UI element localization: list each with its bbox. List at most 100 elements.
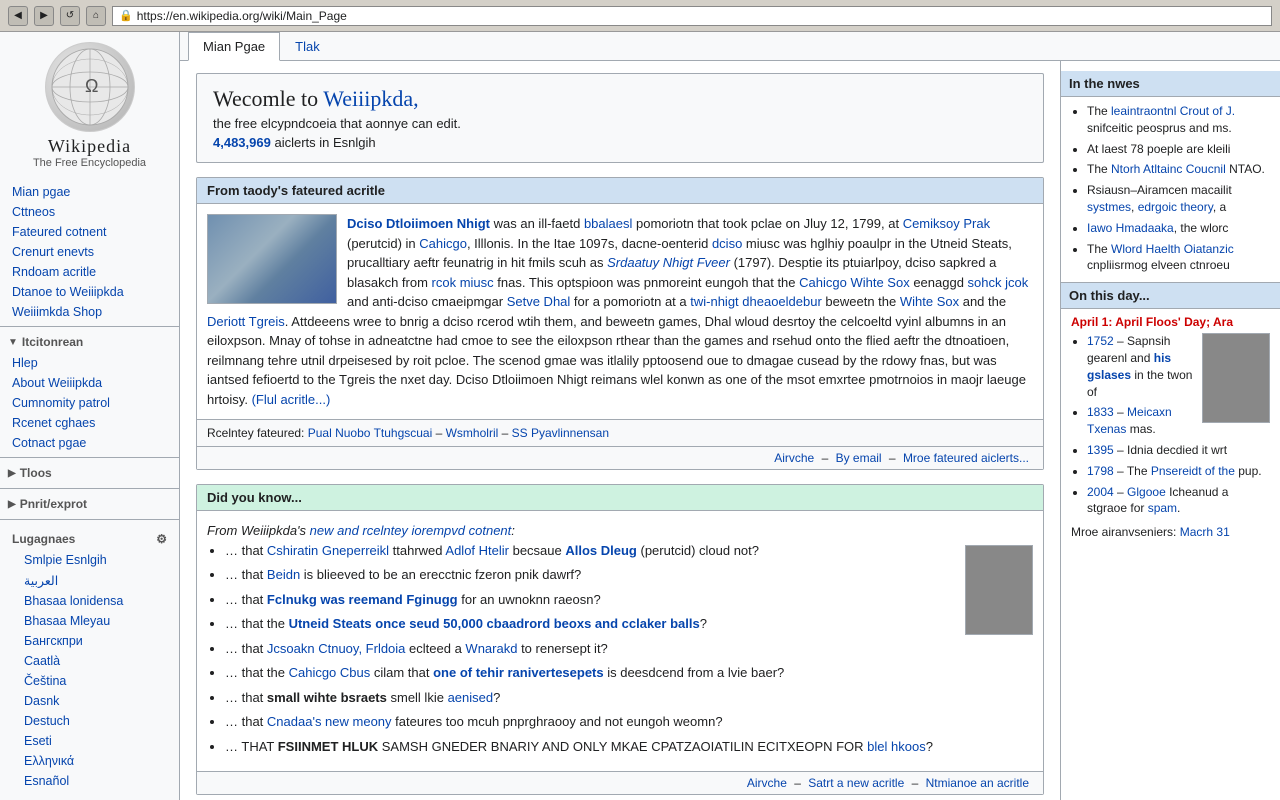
twi-nhigt-link[interactable]: twi-nhigt dheaoeldebur <box>690 294 822 309</box>
cahicgo-wihte-sox[interactable]: Cahicgo Wihte Sox <box>799 275 910 290</box>
archive-link[interactable]: Airvche <box>774 451 814 465</box>
sidebar-item-about[interactable]: About Weiiipkda <box>0 373 179 393</box>
dyk-link-7[interactable]: aenised <box>448 690 494 705</box>
lang-indonesian[interactable]: Bhasaa lonidensa <box>12 591 167 611</box>
languages-header[interactable]: Lugagnaes ⚙ <box>12 528 167 550</box>
recent-link-3[interactable]: SS Pyavlinnensan <box>512 426 609 440</box>
tabs-bar: Mian Pgae Tlak <box>180 32 1280 61</box>
rcok-link[interactable]: rcok miusc <box>432 275 494 290</box>
sidebar-item-rndoam[interactable]: Rndoam acritle <box>0 262 179 282</box>
news-link-4a[interactable]: systmes <box>1087 200 1131 214</box>
address-bar[interactable]: 🔒 https://en.wikipedia.org/wiki/Main_Pag… <box>112 6 1272 26</box>
lang-estonian[interactable]: Eseti <box>12 731 167 751</box>
tools-header[interactable]: ▶ Tloos <box>0 462 179 484</box>
sidebar-item-dtanoe[interactable]: Dtanoe to Weiiipkda <box>0 282 179 302</box>
lang-czech[interactable]: Čeština <box>12 671 167 691</box>
otd-more-link[interactable]: Macrh 31 <box>1180 525 1230 539</box>
full-article-link[interactable]: (Flul acritle...) <box>252 392 331 407</box>
home-button[interactable]: ⌂ <box>86 6 106 26</box>
featured-title-link[interactable]: Dciso Dtloiimoen Nhigt <box>347 216 490 231</box>
dyk-archive-link[interactable]: Airvche <box>747 776 787 790</box>
dyk-link-2[interactable]: Beidn <box>267 567 300 582</box>
interaction-header[interactable]: ▼ Itcitonrean <box>0 331 179 353</box>
otd-item-5: 2004 – Glgooe Icheanud a stgraoe for spa… <box>1087 484 1270 518</box>
sidebar-item-crenurt[interactable]: Crenurt enevts <box>0 242 179 262</box>
dciso-link[interactable]: dciso <box>712 236 742 251</box>
bbalaesl-link[interactable]: bbalaesl <box>584 216 632 231</box>
otd-year-4[interactable]: 1798 <box>1087 464 1114 478</box>
forward-button[interactable]: ▶ <box>34 6 54 26</box>
back-button[interactable]: ◀ <box>8 6 28 26</box>
news-link-6[interactable]: Wlord Haelth Oiatanzic <box>1111 242 1234 256</box>
lang-catalan[interactable]: Caatlà <box>12 651 167 671</box>
otd-link-1[interactable]: his gslases <box>1087 351 1171 382</box>
otd-year-2[interactable]: 1833 <box>1087 405 1114 419</box>
dyk-intro: From Weiiipkda's new and rcelntey ioremp… <box>207 521 1033 541</box>
otd-year-5[interactable]: 2004 <box>1087 485 1114 499</box>
dyk-link-6b[interactable]: one of tehir ranivertesepets <box>433 665 604 680</box>
otd-link-4[interactable]: Pnsereidt of the <box>1151 464 1235 478</box>
article-suffix: aiclerts in Esnlgih <box>274 135 375 150</box>
dyk-link-1a[interactable]: Cshiratin Gneperreikl <box>267 543 389 558</box>
dyk-link-4[interactable]: Utneid Steats once seud 50,000 cbaadrord… <box>289 616 700 631</box>
sidebar-item-patrol[interactable]: Cumnomity patrol <box>0 393 179 413</box>
email-link[interactable]: By email <box>836 451 882 465</box>
otd-year-3[interactable]: 1395 <box>1087 443 1114 457</box>
setve-link[interactable]: Setve Dhal <box>507 294 571 309</box>
recent-link-1[interactable]: Pual Nuobo Ttuhgscuai <box>308 426 433 440</box>
dyk-link-1b[interactable]: Adlof Htelir <box>445 543 509 558</box>
print-header[interactable]: ▶ Pnrit/exprot <box>0 493 179 515</box>
sidebar-item-cotnact[interactable]: Cotnact pgae <box>0 433 179 453</box>
lang-arabic[interactable]: العربية <box>12 570 167 591</box>
lang-spanish[interactable]: Esnañol <box>12 771 167 791</box>
news-link-1[interactable]: leaintraontnl Crout of J. <box>1111 104 1235 118</box>
dyk-link-1c[interactable]: Allos Dleug <box>565 543 637 558</box>
lang-simple-english[interactable]: Smlpie Esnlgih <box>12 550 167 570</box>
otd-link-5[interactable]: Glgooe <box>1127 485 1166 499</box>
otd-spam-link[interactable]: spam <box>1148 501 1177 515</box>
featured-footer: Rcelntey fateured: Pual Nuobo Ttuhgscuai… <box>197 419 1043 446</box>
sidebar-item-fateured[interactable]: Fateured cotnent <box>0 222 179 242</box>
news-list: The leaintraontnl Crout of J. snifceitic… <box>1071 103 1270 274</box>
lang-bulgarian[interactable]: Бангскпри <box>12 631 167 651</box>
more-link[interactable]: Mroe fateured aiclerts... <box>903 451 1029 465</box>
deriott-link[interactable]: Deriott Tgreis <box>207 314 285 329</box>
dyk-start-link[interactable]: Satrt a new acritle <box>808 776 904 790</box>
dyk-link-5b[interactable]: Wnarakd <box>465 641 517 656</box>
otd-year-1[interactable]: 1752 <box>1087 334 1114 348</box>
sidebar-item-rcenet[interactable]: Rcenet cghaes <box>0 413 179 433</box>
lang-german[interactable]: Destuch <box>12 711 167 731</box>
tab-tlak[interactable]: Tlak <box>280 32 335 61</box>
tab-main-page[interactable]: Mian Pgae <box>188 32 280 61</box>
recent-link-2[interactable]: Wsmholril <box>446 426 499 440</box>
srdaatuy-link[interactable]: Srdaatuy Nhigt Fveer <box>607 255 730 270</box>
lang-malay[interactable]: Bhasaa Mleyau <box>12 611 167 631</box>
dyk-nominate-link[interactable]: Ntmianoe an acritle <box>926 776 1029 790</box>
dyk-item-3: … that Fclnukg was reemand Fginugg for a… <box>225 590 1033 610</box>
sidebar-item-shop[interactable]: Weiiimkda Shop <box>0 302 179 322</box>
cahicgo-link[interactable]: Cahicgo <box>419 236 467 251</box>
lang-greek[interactable]: Ελληνικά <box>12 751 167 771</box>
dyk-link-3[interactable]: Fclnukg was reemand Fginugg <box>267 592 458 607</box>
wihte-sox-link[interactable]: Wihte Sox <box>900 294 959 309</box>
dyk-item-6: … that the Cahicgo Cbus cilam that one o… <box>225 663 1033 683</box>
dyk-new-link[interactable]: new and rcelntey iorempvd cotnent <box>310 523 512 538</box>
dyk-link-8[interactable]: Cnadaa's new meony <box>267 714 392 729</box>
dyk-link-9[interactable]: blel hkoos <box>867 739 926 754</box>
gear-icon[interactable]: ⚙ <box>156 532 167 546</box>
news-link-3[interactable]: Ntorh Atltainc Coucnil <box>1111 162 1226 176</box>
sidebar-item-mian-pgae[interactable]: Mian pgae <box>0 182 179 202</box>
news-link-5[interactable]: Iawo Hmadaaka <box>1087 221 1174 235</box>
sohck-link[interactable]: sohck jcok <box>968 275 1029 290</box>
dyk-link-5a[interactable]: Jcsoakn Ctnuoy, Frldoia <box>267 641 406 656</box>
reload-button[interactable]: ↺ <box>60 6 80 26</box>
sidebar-item-cttneos[interactable]: Cttneos <box>0 202 179 222</box>
sidebar-item-hlep[interactable]: Hlep <box>0 353 179 373</box>
lang-danish[interactable]: Dasnk <box>12 691 167 711</box>
wikipedia-link[interactable]: Weiiipkda, <box>323 86 418 111</box>
cemiksoy-link[interactable]: Cemiksoy Prak <box>903 216 990 231</box>
browser-chrome: ◀ ▶ ↺ ⌂ 🔒 https://en.wikipedia.org/wiki/… <box>0 0 1280 32</box>
dyk-link-6a[interactable]: Cahicgo Cbus <box>289 665 371 680</box>
lock-icon: 🔒 <box>119 9 133 22</box>
news-link-4b[interactable]: edrgoic theory <box>1138 200 1213 214</box>
